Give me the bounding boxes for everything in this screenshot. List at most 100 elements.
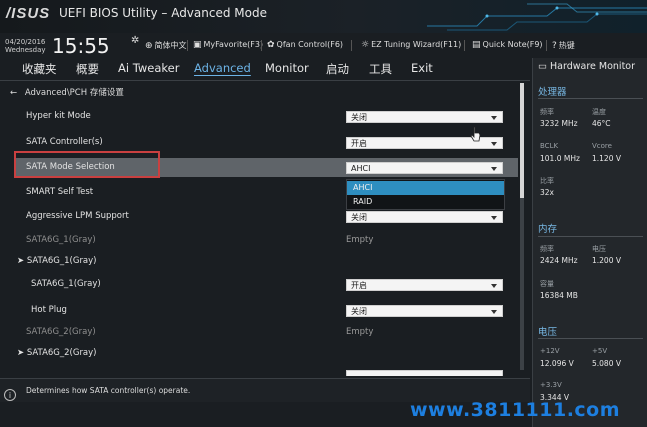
ratio-label: 比率 bbox=[540, 177, 554, 185]
ez-tuning-label: EZ Tuning Wizard(F11) bbox=[371, 40, 462, 49]
setting-hot-plug[interactable]: Hot Plug bbox=[31, 305, 67, 315]
ez-tuning-button[interactable]: ☼ EZ Tuning Wizard(F11) bbox=[361, 40, 461, 50]
sata6g2-group-label: SATA6G_2(Gray) bbox=[26, 348, 97, 358]
chevron-down-icon bbox=[491, 142, 497, 146]
breadcrumb[interactable]: ← Advanced\PCH 存储设置 bbox=[10, 86, 124, 98]
hot-plug-select[interactable]: 关闭 bbox=[346, 305, 503, 317]
partial-select[interactable] bbox=[346, 370, 503, 376]
v12-value: 12.096 V bbox=[540, 359, 574, 368]
chevron-down-icon bbox=[491, 284, 497, 288]
lpm-select[interactable]: 关闭 bbox=[346, 211, 503, 223]
sata6g2-info-label: SATA6G_2(Gray) bbox=[26, 327, 96, 337]
hyper-kit-select[interactable]: 关闭 bbox=[346, 111, 503, 123]
hyper-kit-value: 关闭 bbox=[351, 113, 367, 122]
cpu-freq-value: 3232 MHz bbox=[540, 119, 578, 128]
divider bbox=[464, 40, 465, 51]
option-raid[interactable]: RAID bbox=[347, 195, 504, 209]
qfan-label: Qfan Control(F6) bbox=[276, 40, 344, 49]
chevron-down-icon bbox=[491, 116, 497, 120]
setting-aggressive-lpm[interactable]: Aggressive LPM Support bbox=[26, 211, 129, 221]
sata6g1-info-label: SATA6G_1(Gray) bbox=[26, 235, 96, 245]
divider bbox=[538, 338, 643, 339]
quick-note-label: Quick Note(F9) bbox=[482, 40, 543, 49]
sata6g1-port-value: 开启 bbox=[351, 281, 367, 290]
clock-time[interactable]: 15:55 bbox=[52, 34, 110, 58]
tab-monitor[interactable]: Monitor bbox=[265, 61, 309, 75]
hotkeys-button[interactable]: ? 热键 bbox=[552, 40, 575, 51]
app-title: UEFI BIOS Utility – Advanced Mode bbox=[59, 6, 267, 20]
setting-sata-controller[interactable]: SATA Controller(s) bbox=[26, 137, 103, 147]
mem-freq-label: 频率 bbox=[540, 245, 554, 253]
lpm-value: 关闭 bbox=[351, 213, 367, 222]
memory-section-title: 内存 bbox=[538, 224, 558, 235]
setting-smart-self-test[interactable]: SMART Self Test bbox=[26, 187, 93, 197]
note-icon: ▤ bbox=[472, 40, 481, 50]
divider bbox=[538, 236, 643, 237]
sata-mode-value: AHCI bbox=[351, 164, 371, 173]
tab-ai-tweaker[interactable]: Ai Tweaker bbox=[118, 61, 179, 75]
help-text: Determines how SATA controller(s) operat… bbox=[26, 386, 191, 395]
hotkeys-label: 热键 bbox=[558, 41, 575, 50]
date-display: 04/20/2016 Wednesday bbox=[5, 38, 46, 54]
language-button[interactable]: ⊕ 简体中文 bbox=[145, 40, 187, 51]
hardware-monitor-label: Hardware Monitor bbox=[550, 61, 636, 72]
v12-label: +12V bbox=[540, 347, 560, 355]
favorite-icon: ▣ bbox=[193, 40, 202, 50]
mem-volt-label: 电压 bbox=[592, 245, 606, 253]
myfavorite-label: MyFavorite(F3) bbox=[203, 40, 264, 49]
breadcrumb-path: Advanced\PCH 存储设置 bbox=[24, 88, 124, 98]
chevron-down-icon bbox=[491, 310, 497, 314]
setting-sata6g1-port[interactable]: SATA6G_1(Gray) bbox=[31, 279, 101, 289]
question-icon: ? bbox=[552, 41, 557, 51]
circuit-decoration bbox=[427, 3, 647, 31]
watermark-text: www.3811111.com bbox=[410, 399, 621, 421]
sata6g1-group[interactable]: ➤ SATA6G_1(Gray) bbox=[17, 256, 97, 266]
chevron-down-icon bbox=[491, 167, 497, 171]
gear-icon[interactable]: ✲ bbox=[131, 35, 139, 46]
mem-volt-value: 1.200 V bbox=[592, 256, 621, 265]
sata-mode-select[interactable]: AHCI bbox=[346, 162, 503, 174]
title-bar: /ISUS UEFI BIOS Utility – Advanced Mode bbox=[0, 0, 647, 34]
option-ahci[interactable]: AHCI bbox=[347, 181, 504, 195]
asus-logo: /ISUS bbox=[6, 5, 51, 22]
mem-cap-label: 容量 bbox=[540, 280, 554, 288]
monitor-icon: ▭ bbox=[538, 61, 547, 72]
fan-icon: ✿ bbox=[267, 40, 275, 50]
sata6g2-info-value: Empty bbox=[346, 327, 374, 337]
sata6g1-group-label: SATA6G_1(Gray) bbox=[26, 256, 97, 266]
bulb-icon: ☼ bbox=[361, 40, 370, 50]
sata-mode-dropdown: AHCI RAID bbox=[346, 179, 505, 210]
back-arrow-icon[interactable]: ← bbox=[10, 88, 17, 98]
date-text: 04/20/2016 bbox=[5, 38, 46, 46]
bclk-value: 101.0 MHz bbox=[540, 154, 580, 163]
tab-boot[interactable]: 启动 bbox=[326, 61, 349, 77]
expand-arrow-icon: ➤ bbox=[17, 348, 25, 358]
sata6g1-port-select[interactable]: 开启 bbox=[346, 279, 503, 291]
v5-value: 5.080 V bbox=[592, 359, 621, 368]
divider bbox=[538, 98, 643, 99]
divider bbox=[351, 40, 352, 51]
myfavorite-button[interactable]: ▣ MyFavorite(F3) bbox=[193, 40, 263, 50]
cpu-section-title: 处理器 bbox=[538, 87, 567, 98]
tab-advanced[interactable]: Advanced bbox=[194, 61, 251, 75]
settings-scrollbar-thumb[interactable] bbox=[520, 83, 524, 198]
tab-favorites[interactable]: 收藏夹 bbox=[22, 61, 57, 77]
tab-overview[interactable]: 概要 bbox=[76, 61, 99, 77]
tab-tool[interactable]: 工具 bbox=[369, 61, 392, 77]
cpu-freq-label: 频率 bbox=[540, 108, 554, 116]
hot-plug-value: 关闭 bbox=[351, 307, 367, 316]
vcore-label: Vcore bbox=[592, 142, 612, 150]
sata-controller-value: 开启 bbox=[351, 139, 367, 148]
main-menu: 收藏夹 概要 Ai Tweaker Advanced Monitor 启动 工具… bbox=[0, 58, 530, 81]
language-label: 简体中文 bbox=[154, 41, 187, 50]
expand-arrow-icon: ➤ bbox=[17, 256, 25, 266]
cpu-temp-value: 46°C bbox=[592, 119, 611, 128]
setting-hyper-kit[interactable]: Hyper kit Mode bbox=[26, 111, 91, 121]
tab-exit[interactable]: Exit bbox=[411, 61, 433, 75]
info-icon: i bbox=[4, 389, 16, 401]
voltage-section-title: 电压 bbox=[538, 327, 558, 338]
qfan-button[interactable]: ✿ Qfan Control(F6) bbox=[267, 40, 343, 50]
divider bbox=[546, 40, 547, 51]
sata6g2-group[interactable]: ➤ SATA6G_2(Gray) bbox=[17, 348, 97, 358]
quick-note-button[interactable]: ▤ Quick Note(F9) bbox=[472, 40, 543, 50]
